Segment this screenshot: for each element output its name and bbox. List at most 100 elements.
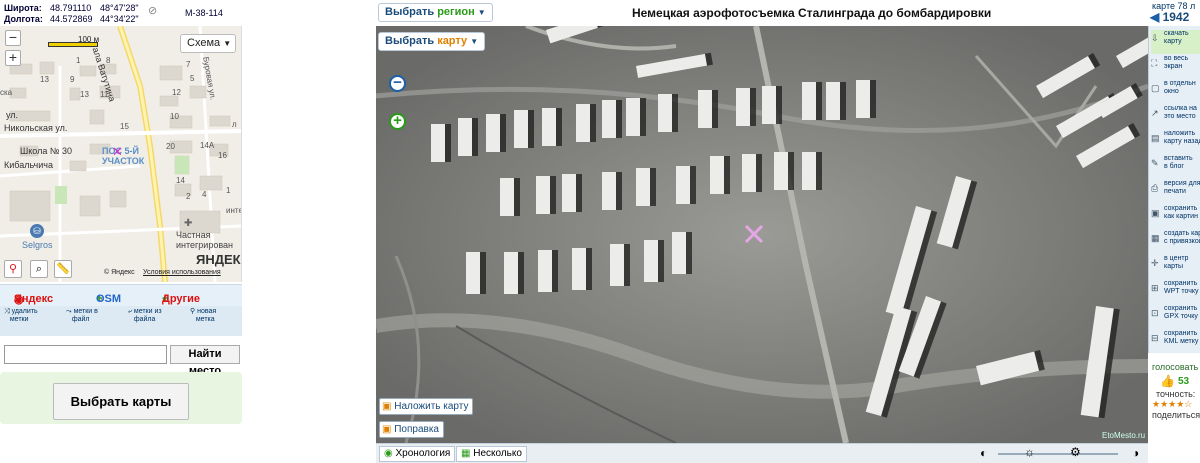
multiple-icon: ▦ xyxy=(461,448,471,459)
side-tool-label: вставить в блог xyxy=(1164,155,1193,170)
terms-link[interactable]: Условия использования xyxy=(143,269,221,276)
minimap[interactable]: − + 100 м Схема ▼ ала Ватутина Буровая у… xyxy=(0,26,242,282)
action-label: удалить xyxy=(11,308,38,315)
action-label: файл xyxy=(71,316,90,323)
settings-icon[interactable]: ⚙ xyxy=(1070,445,1081,459)
side-tool-save-image[interactable]: ▣ сохранить как картин xyxy=(1151,205,1200,229)
side-tool-grid[interactable]: ▦ создать картус привязкой xyxy=(1151,230,1200,254)
side-tool-fullscreen[interactable]: ⛶ во весь экран xyxy=(1151,55,1200,79)
delete-markers-button[interactable]: ⤨ удалить метки xyxy=(4,308,38,324)
arrow-left-icon: ◀ xyxy=(1150,10,1160,24)
side-tool-download[interactable]: ⇩ скачать карту xyxy=(1151,30,1200,54)
house-number: 14 xyxy=(176,176,185,185)
map-label: л xyxy=(232,120,237,129)
chevron-down-icon: ▼ xyxy=(223,39,232,48)
zoom-out-button[interactable]: − xyxy=(389,75,406,92)
side-tool-link[interactable]: ↗ ссылка на это место xyxy=(1151,105,1200,129)
station-label: ПОС 5-Й УЧАСТОК xyxy=(102,146,145,166)
side-tool-label: сохранить WPT точку xyxy=(1164,280,1199,295)
chronology-icon: ◉ xyxy=(384,448,393,459)
house-number: 1 xyxy=(76,56,81,65)
minimap-zoom-out-button[interactable]: − xyxy=(5,30,21,46)
house-number: 2 xyxy=(186,192,191,201)
aerial-photo xyxy=(376,26,1148,443)
map-type-select[interactable]: Схема ▼ xyxy=(180,34,236,53)
right-panel: карте 78 л ◀ 1942 ⇩ скачать карту ⛶ во весь э… xyxy=(1148,0,1200,463)
zoom-in-button[interactable]: + xyxy=(389,113,406,130)
magnifier-tool-icon[interactable]: ⌕ xyxy=(30,260,48,278)
side-tool-wpt[interactable]: ⊞ сохранить WPT точку xyxy=(1151,280,1200,304)
layer-selector: ◉ Яндекс ○ + OSM ○ + Другие xyxy=(0,284,242,306)
house-number: 1 xyxy=(226,186,231,195)
export-markers-button[interactable]: ⤳ метки в файл xyxy=(66,308,98,324)
overlay-icon: ▣ xyxy=(382,401,392,412)
map-type-value: Схема xyxy=(187,37,221,49)
school-label: Школа № 30 xyxy=(20,146,73,156)
map-label: ска xyxy=(0,88,13,97)
correction-button[interactable]: ▣ Поправка xyxy=(379,421,444,438)
house-number: 8 xyxy=(106,56,111,65)
side-tool-blog[interactable]: ✎ вставить в блог xyxy=(1151,155,1200,179)
import-markers-button[interactable]: ⤶ метки из файла xyxy=(128,308,162,324)
correction-icon: ▣ xyxy=(382,424,392,435)
grid-icon: ▦ xyxy=(1151,233,1160,243)
side-tool-label: в отдельн окно xyxy=(1164,80,1196,95)
chronology-button[interactable]: ◉ Хронология xyxy=(379,446,456,462)
street-label-ul: ул. xyxy=(6,110,19,120)
side-tool-print-map[interactable]: ▤ наложить карту назад xyxy=(1151,130,1200,154)
bottom-toolbar: ◉ Хронология ▦ Несколько ◐ ☼ ⚙ ◑ xyxy=(376,443,1148,463)
search-input[interactable] xyxy=(4,345,167,364)
new-marker-button[interactable]: ⚲ новая метка xyxy=(190,308,216,324)
vote-count: 53 xyxy=(1178,376,1190,387)
wpt-icon: ⊞ xyxy=(1151,283,1159,293)
house-number: 7 xyxy=(186,60,191,69)
new-marker-icon: ⚲ xyxy=(190,308,196,315)
watermark: EtoMesto.ru xyxy=(1102,431,1146,440)
thumbs-up-icon[interactable]: 👍 xyxy=(1160,374,1175,388)
accuracy-stars[interactable]: ★★★★☆ xyxy=(1152,399,1192,410)
choose-maps-button[interactable]: Выбрать карты xyxy=(53,383,189,420)
side-tool-label: во весь экран xyxy=(1164,55,1189,70)
side-tool-window[interactable]: ▢ в отдельн окно xyxy=(1151,80,1200,104)
layer-other-label: Другие xyxy=(162,293,200,305)
layer-yandex-label: Яндекс xyxy=(14,293,54,305)
adjust-slider-track[interactable] xyxy=(998,453,1118,455)
house-number: 14А xyxy=(200,141,215,150)
find-place-button[interactable]: Найти место xyxy=(170,345,240,377)
action-label: метки в xyxy=(73,308,98,315)
vote-label[interactable]: голосовать xyxy=(1152,362,1198,372)
action-label: метка xyxy=(195,316,215,323)
share-label[interactable]: поделиться xyxy=(1152,410,1200,420)
select-region-button[interactable]: Выбрать регион ▼ xyxy=(378,3,493,22)
kml-icon: ⊟ xyxy=(1151,333,1159,343)
house-number: 20 xyxy=(166,142,175,151)
side-tool-kml[interactable]: ⊟ сохранить KML метку xyxy=(1151,330,1200,354)
street-label-nikolskaya: Никольская ул. xyxy=(4,123,68,133)
house-number: 13 xyxy=(80,90,89,99)
page-title: Немецкая аэрофотосъемка Сталинграда до б… xyxy=(632,6,992,20)
action-label: метки xyxy=(9,316,29,323)
side-tool-print[interactable]: ⎙ версия для печати xyxy=(1151,180,1200,204)
multiple-button[interactable]: ▦ Несколько xyxy=(456,446,527,462)
delete-markers-icon: ⤨ xyxy=(4,308,10,315)
overlay-map-button[interactable]: ▣ Наложить карту xyxy=(379,398,474,415)
side-tool-gpx[interactable]: ⊡ сохранить GPX точку xyxy=(1151,305,1200,329)
ruler-tool-icon[interactable]: 📏 xyxy=(54,260,72,278)
side-tool-center[interactable]: ✛ в центр карты xyxy=(1151,255,1200,279)
clinic-icon: ✚ xyxy=(184,218,193,229)
action-label: метки из xyxy=(133,308,162,315)
toggle-icon[interactable]: ◑ xyxy=(1132,446,1139,460)
pin-tool-icon[interactable]: ⚲ xyxy=(4,260,22,278)
house-number: 5 xyxy=(190,74,195,83)
year-selector[interactable]: ◀ 1942 xyxy=(1150,10,1189,24)
minimap-zoom-in-button[interactable]: + xyxy=(5,50,21,66)
aerial-photo-map[interactable]: Выбрать карту ▼ − + ▣ Наложить карту ▣ П… xyxy=(376,26,1148,443)
compass-icon[interactable]: ⊘ xyxy=(148,4,157,17)
house-number: 10 xyxy=(170,112,179,121)
side-tool-label: сохранить GPX точку xyxy=(1164,305,1198,320)
contrast-icon[interactable]: ◐ xyxy=(980,446,987,460)
chevron-down-icon: ▼ xyxy=(477,8,486,17)
brightness-icon[interactable]: ☼ xyxy=(1024,445,1035,459)
select-map-button[interactable]: Выбрать карту ▼ xyxy=(378,32,486,51)
side-tool-label: сохранить KML метку xyxy=(1164,330,1199,345)
